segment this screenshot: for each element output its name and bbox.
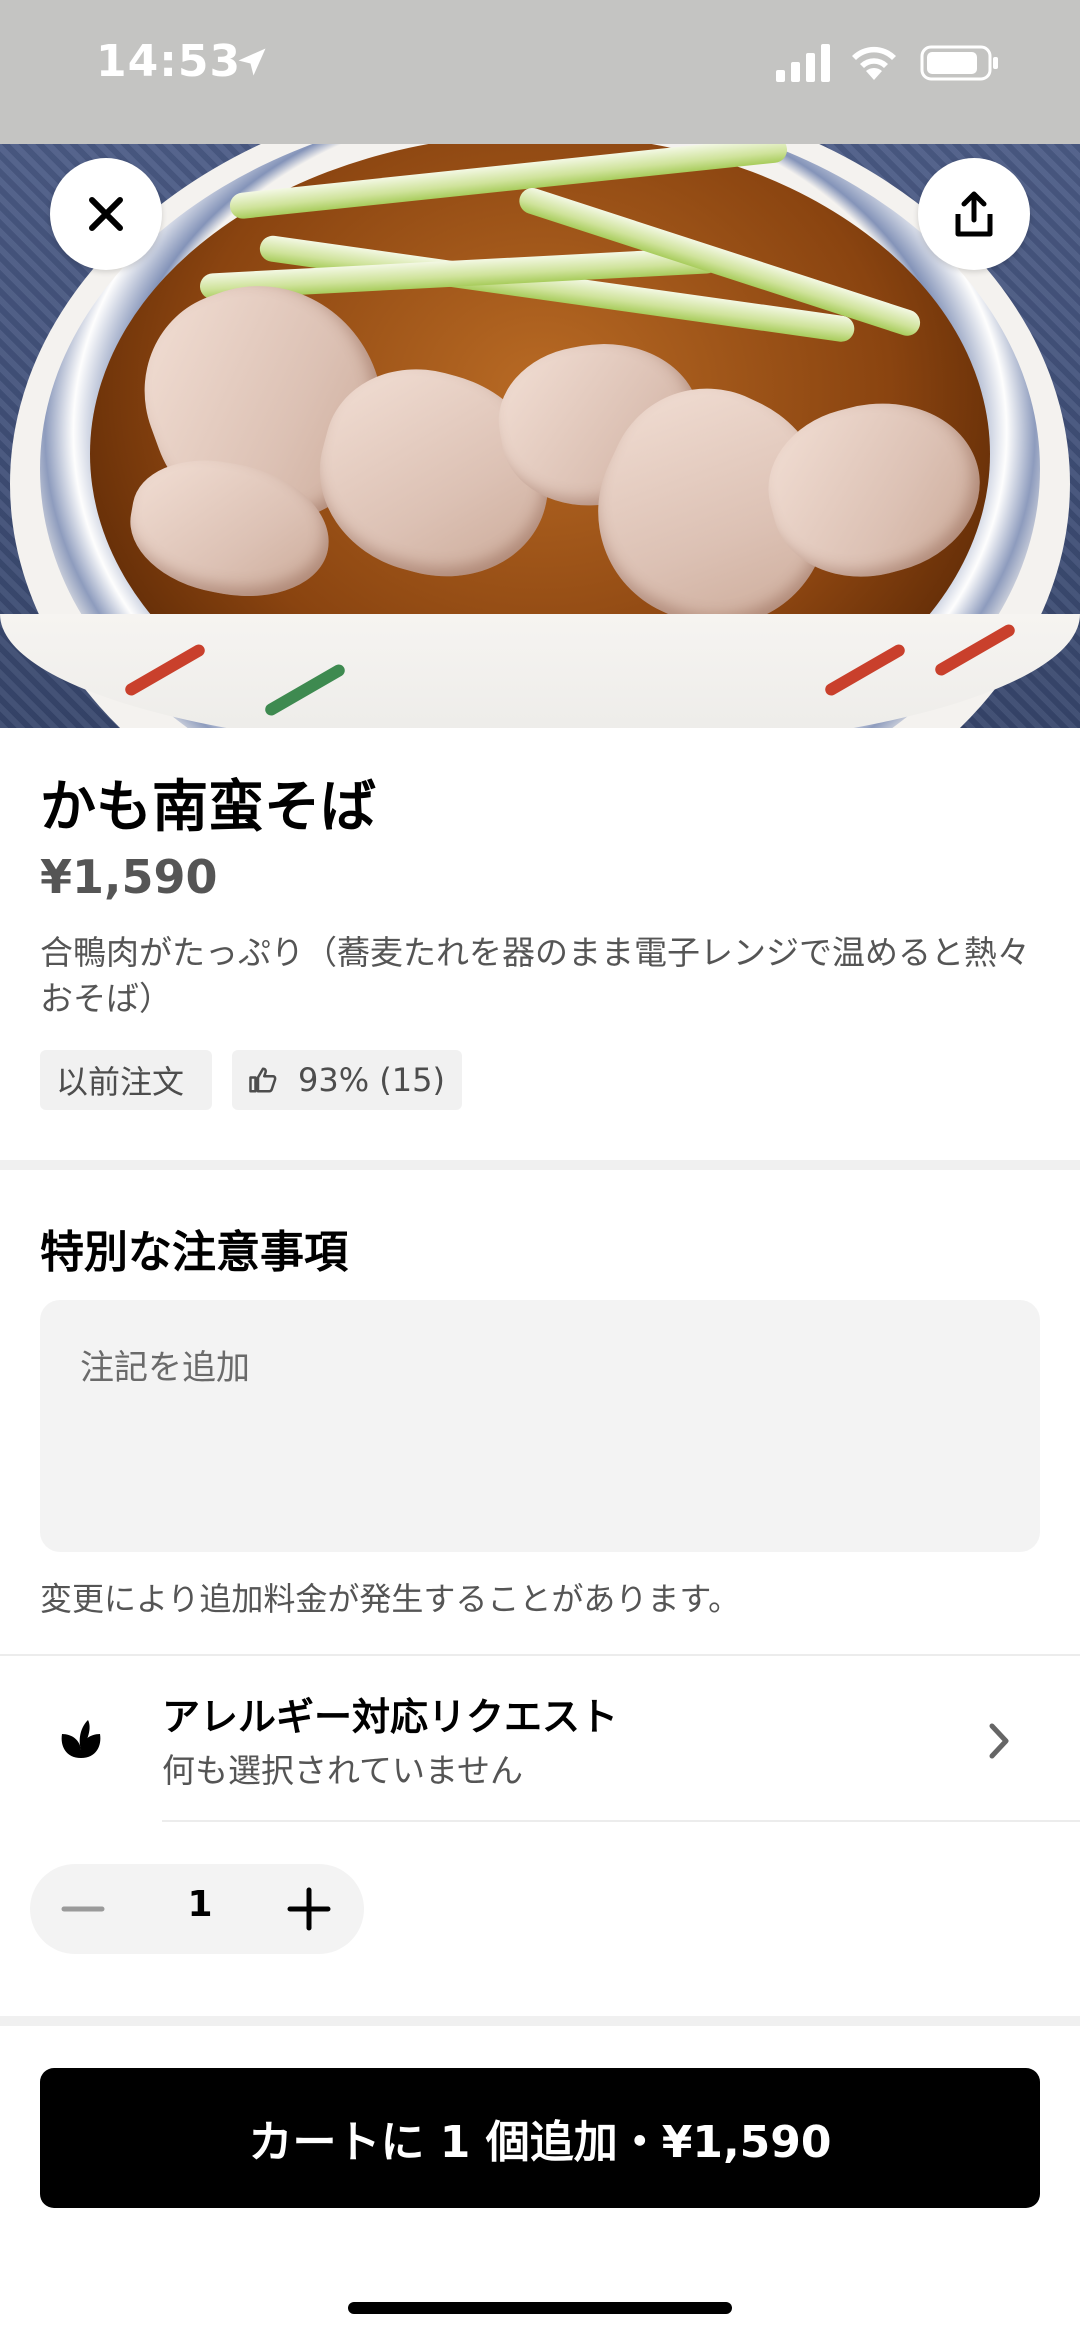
share-icon	[955, 191, 993, 237]
divider	[162, 1820, 1080, 1822]
food-photo	[0, 144, 1080, 728]
item-description: 合鴨肉がたっぷり（蕎麦たれを器のまま電子レンジで温めると熱々おそば）	[40, 933, 1030, 1018]
special-instructions-title: 特別な注意事項	[40, 1227, 348, 1278]
share-button[interactable]	[918, 158, 1030, 270]
chevron-right-icon	[989, 1723, 1009, 1759]
note-input[interactable]	[40, 1300, 1040, 1552]
allergy-request-row[interactable]: アレルギー対応リクエスト 何も選択されていません	[0, 1656, 1080, 1824]
rating-label: 93% (15)	[298, 1061, 445, 1099]
allergy-title: アレルギー対応リクエスト	[162, 1695, 619, 1739]
signal-icon	[776, 44, 830, 82]
quantity-stepper: 1	[30, 1864, 364, 1954]
section-divider	[0, 1160, 1080, 1170]
location-arrow-icon	[238, 48, 266, 76]
section-divider	[0, 2016, 1080, 2026]
previous-order-badge: 以前注文	[40, 1050, 212, 1110]
leaf-icon	[61, 1720, 101, 1758]
status-time: 14:53	[96, 36, 242, 87]
close-button[interactable]	[50, 158, 162, 270]
plus-icon[interactable]	[282, 1882, 336, 1936]
add-to-cart-label: カートに 1 個追加・¥1,590	[248, 2117, 832, 2168]
thumbs-up-icon	[249, 1067, 277, 1093]
wifi-icon	[852, 46, 896, 80]
item-price: ¥1,590	[40, 850, 218, 904]
item-title: かも南蛮そば	[40, 775, 376, 840]
battery-icon	[920, 45, 998, 81]
note-hint: 変更により追加料金が発生することがあります。	[40, 1580, 741, 1618]
add-to-cart-button[interactable]: カートに 1 個追加・¥1,590	[40, 2068, 1040, 2208]
allergy-subtitle: 何も選択されていません	[162, 1751, 524, 1790]
previous-order-label: 以前注文	[56, 1063, 185, 1101]
minus-icon[interactable]	[56, 1882, 110, 1936]
rating-badge: 93% (15)	[232, 1050, 462, 1110]
home-indicator	[348, 2302, 732, 2314]
status-bar: 14:53	[0, 0, 1080, 144]
quantity-value: 1	[187, 1884, 213, 1925]
close-icon	[89, 197, 123, 231]
